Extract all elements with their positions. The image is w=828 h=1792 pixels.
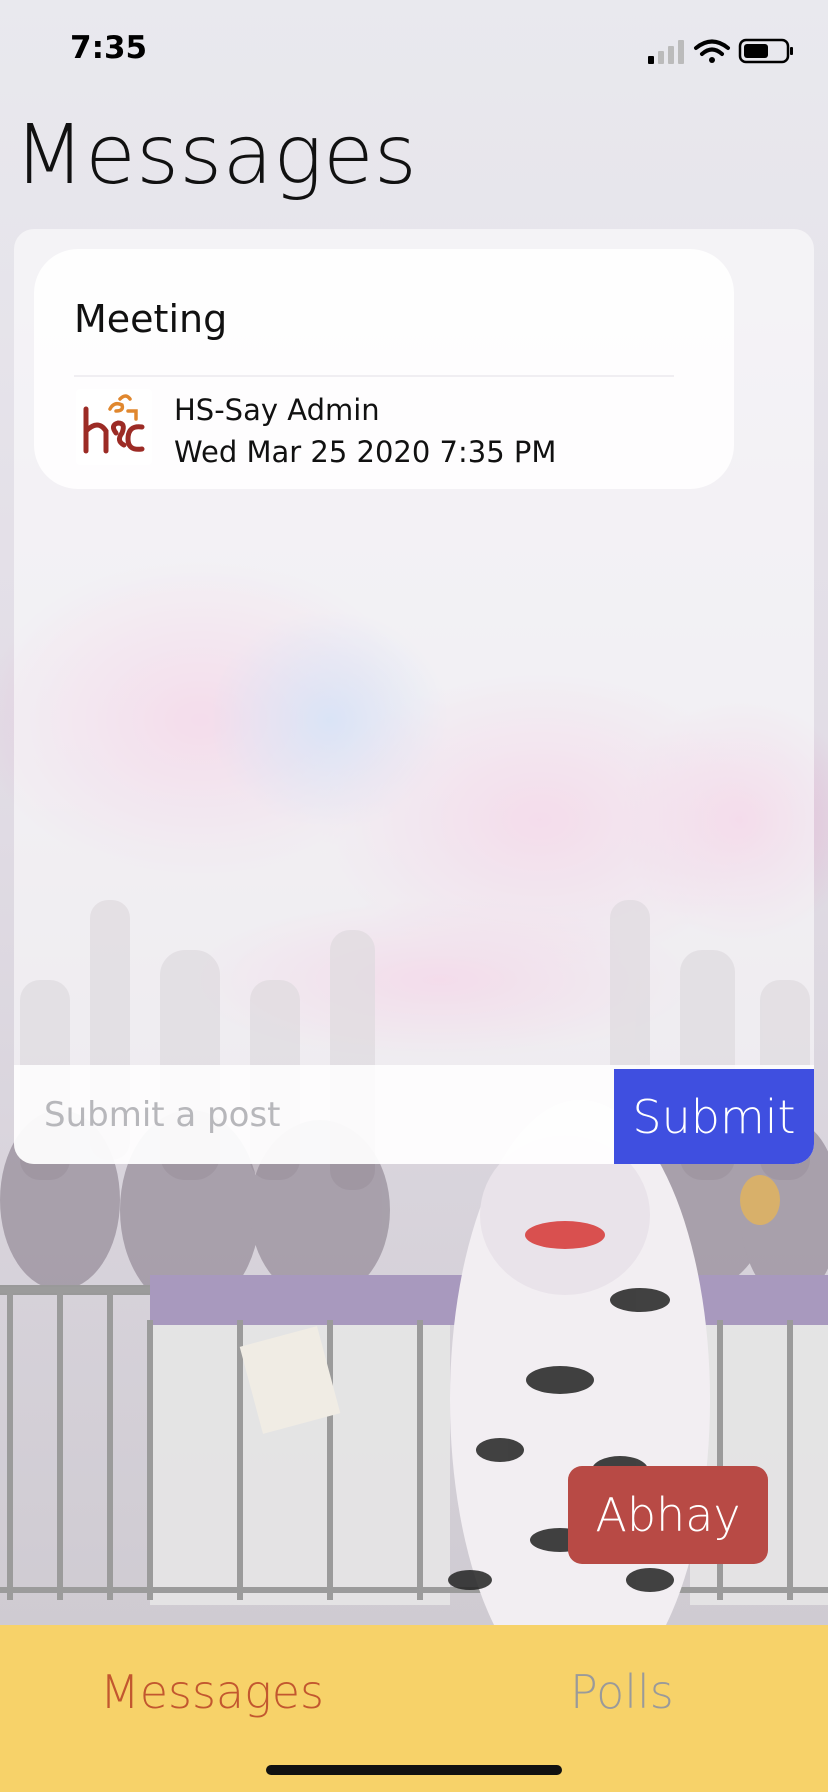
message-title: Meeting: [74, 297, 228, 341]
message-author: HS-Say Admin: [174, 393, 380, 427]
status-time: 7:35: [70, 30, 148, 66]
message-card[interactable]: Meeting HS-Say Admin Wed Mar 25 2020 7:3…: [34, 249, 734, 489]
post-composer: Submit: [14, 1065, 814, 1164]
wifi-icon: [694, 39, 730, 63]
post-input[interactable]: [14, 1065, 614, 1164]
tab-messages[interactable]: Messages: [100, 1665, 324, 1719]
hsc-logo-icon: [76, 389, 152, 465]
status-icons: [646, 36, 796, 66]
tab-polls[interactable]: Polls: [570, 1665, 674, 1719]
status-bar: 7:35: [0, 0, 828, 100]
page-title: Messages: [14, 108, 418, 203]
user-button[interactable]: Abhay: [568, 1466, 768, 1564]
messages-panel[interactable]: Meeting HS-Say Admin Wed Mar 25 2020 7:3…: [14, 229, 814, 1164]
battery-icon: [738, 38, 793, 64]
divider: [74, 375, 674, 377]
signal-icon: [648, 40, 684, 64]
message-date: Wed Mar 25 2020 7:35 PM: [174, 435, 557, 469]
submit-button[interactable]: Submit: [614, 1069, 814, 1164]
home-indicator[interactable]: [266, 1765, 562, 1775]
